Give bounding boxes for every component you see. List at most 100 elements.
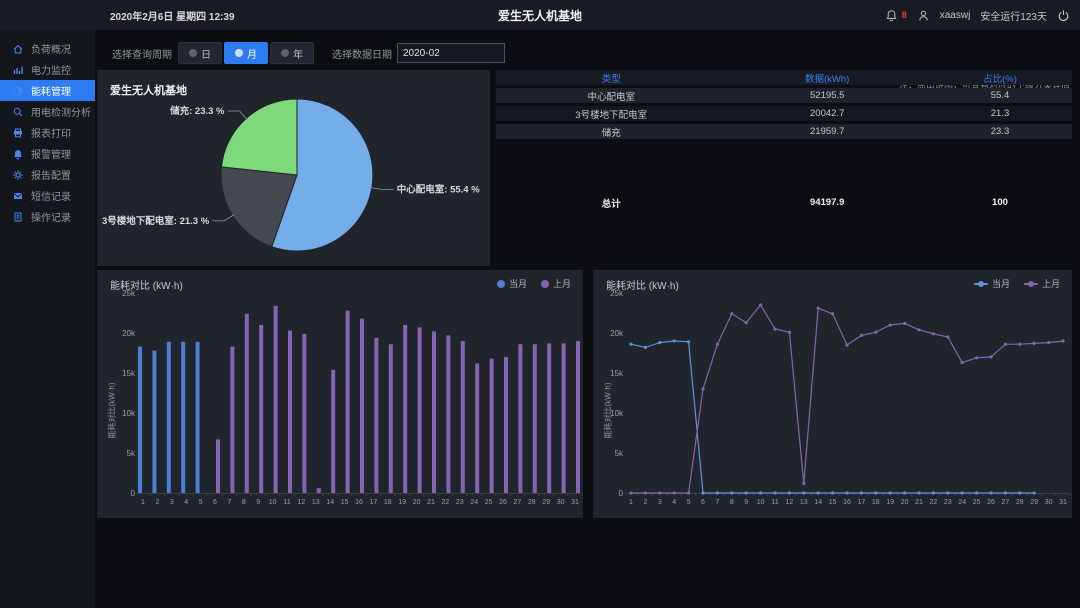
x-tick-label: 2 — [643, 499, 647, 506]
user-icon[interactable] — [917, 9, 930, 22]
x-tick-label: 10 — [757, 499, 765, 506]
period-option-label: 日 — [201, 49, 211, 61]
sidebar-item-电力监控[interactable]: 电力监控 — [0, 59, 95, 80]
x-tick-label: 25 — [485, 499, 493, 506]
x-tick-label: 18 — [872, 499, 880, 506]
sidebar-item-label: 报警管理 — [31, 150, 71, 161]
alarm-bell-icon — [14, 149, 22, 159]
x-tick-label: 4 — [184, 499, 188, 506]
sidebar-item-用电检测分析[interactable]: 用电检测分析 — [0, 101, 95, 122]
x-tick-label: 1 — [141, 499, 145, 506]
sidebar-item-操作记录[interactable]: 操作记录 — [0, 206, 95, 227]
x-tick-label: 21 — [427, 499, 435, 506]
config-gear-icon — [13, 169, 23, 180]
x-tick-label: 30 — [1045, 499, 1053, 506]
x-tick-label: 27 — [514, 499, 522, 506]
x-tick-label: 26 — [499, 499, 507, 506]
x-tick-label: 5 — [199, 499, 203, 506]
x-tick-label: 7 — [715, 499, 719, 506]
sidebar-item-报告配置[interactable]: 报告配置 — [0, 164, 95, 185]
period-option-label: 年 — [293, 49, 303, 61]
operation-log-icon — [14, 212, 22, 221]
sidebar-item-label: 报告配置 — [31, 171, 71, 182]
bar-series-上月 — [216, 305, 580, 493]
sidebar-nav: 负荷概况电力监控能耗管理用电检测分析 报表打印报警管理报告配置短信记录操作记录 — [0, 30, 95, 608]
username-text[interactable]: xaaswj — [940, 10, 971, 21]
x-tick-label: 16 — [843, 499, 851, 506]
x-tick-label: 29 — [1030, 499, 1038, 506]
x-tick-label: 15 — [829, 499, 837, 506]
period-label: 选择查询周期 — [112, 49, 172, 61]
x-tick-label: 19 — [398, 499, 406, 506]
filter-bar: 选择查询周期 日 月 年 选择数据日期 — [112, 40, 505, 66]
power-monitor-icon — [13, 66, 23, 74]
x-tick-label: 6 — [213, 499, 217, 506]
x-tick-label: 3 — [658, 499, 662, 506]
y-tick-label: 25k — [610, 289, 624, 298]
x-tick-label: 13 — [800, 499, 808, 506]
pie-label: 3号楼地下配电室: 21.3 % — [102, 215, 210, 227]
y-tick-label: 0 — [619, 489, 624, 498]
y-tick-label: 10k — [610, 409, 624, 418]
line-chart-panel: 能耗对比 (kW·h) 当月 上月 能耗对比(kW·h) 0 5k 10k 15k 20k… — [593, 270, 1072, 518]
radio-dot-icon — [281, 49, 289, 57]
x-tick-label: 5 — [687, 499, 691, 506]
x-tick-label: 23 — [456, 499, 464, 506]
sms-envelope-icon — [13, 192, 23, 199]
printer-icon — [14, 128, 22, 137]
table-total-row: 总计 94197.9 100 — [601, 197, 1008, 210]
x-tick-label: 7 — [227, 499, 231, 506]
line-chart: 05k10k15k20k25k1 2 3 4 5 6 7 8 9 10 11 12 13 14 15 16 17… — [610, 289, 1071, 506]
y-tick-label: 10k — [122, 409, 136, 418]
radio-dot-icon — [235, 49, 243, 57]
period-option-日[interactable]: 日 — [178, 42, 222, 64]
sidebar-item-能耗管理[interactable]: 能耗管理 — [0, 80, 95, 101]
x-tick-label: 6 — [701, 499, 705, 506]
x-tick-label: 16 — [355, 499, 363, 506]
bell-icon[interactable] — [885, 9, 898, 22]
table-row: 中心配电室 52195.5 55.4 — [496, 88, 1072, 103]
y-tick-label: 15k — [122, 369, 136, 378]
sidebar-item-报表打印[interactable]: 报表打印 — [0, 122, 95, 143]
energy-pie-icon — [13, 86, 23, 95]
y-tick-label: 15k — [610, 369, 624, 378]
x-tick-label: 25 — [973, 499, 981, 506]
sidebar-item-短信记录[interactable]: 短信记录 — [0, 185, 95, 206]
x-tick-label: 13 — [312, 499, 320, 506]
x-tick-label: 31 — [571, 499, 579, 506]
sidebar-item-label: 能耗管理 — [31, 87, 71, 98]
date-input[interactable] — [397, 43, 505, 63]
pie-slice-储充[interactable] — [220, 98, 298, 176]
x-tick-label: 8 — [242, 499, 246, 506]
x-tick-label: 2 — [155, 499, 159, 506]
period-option-年[interactable]: 年 — [270, 42, 314, 64]
notification-count-badge: 8 — [901, 10, 907, 20]
x-tick-label: 11 — [283, 499, 290, 506]
safe-days-text: 安全运行123天 — [980, 11, 1047, 23]
sidebar-item-报警管理[interactable]: 报警管理 — [0, 143, 95, 164]
sidebar-item-label: 电力监控 — [31, 66, 71, 77]
x-tick-label: 1 — [629, 499, 633, 506]
sidebar-item-负荷概况[interactable]: 负荷概况 — [0, 38, 95, 59]
x-tick-label: 20 — [413, 499, 421, 506]
sidebar-item-label: 短信记录 — [31, 192, 71, 203]
x-tick-label: 11 — [771, 499, 778, 506]
x-tick-label: 18 — [384, 499, 392, 506]
x-tick-label: 30 — [557, 499, 565, 506]
bar-chart: 05k10k15k20k25k1 2 3 4 5 6 7 8 9 10 11 12 13 14 15 16 17… — [122, 289, 583, 506]
x-tick-label: 17 — [858, 499, 866, 506]
sidebar-item-label: 报表打印 — [31, 129, 71, 140]
pie-chart: 中心配电室: 55.4 % 3号楼地下配电室: 21.3 % 储充: 23.3 % — [102, 98, 480, 252]
x-tick-label: 15 — [341, 499, 349, 506]
period-option-月[interactable]: 月 — [224, 42, 268, 64]
y-tick-label: 20k — [610, 329, 624, 338]
x-tick-label: 31 — [1059, 499, 1067, 506]
y-tick-label: 20k — [122, 329, 136, 338]
sidebar-item-label: 用电检测分析 — [31, 108, 91, 119]
x-tick-label: 29 — [542, 499, 550, 506]
x-tick-label: 8 — [730, 499, 734, 506]
table-row: 3号楼地下配电室 20042.7 21.3 — [496, 106, 1072, 121]
x-tick-label: 21 — [915, 499, 923, 506]
pie-label: 中心配电室: 55.4 % — [397, 184, 480, 196]
power-icon[interactable] — [1057, 9, 1070, 22]
